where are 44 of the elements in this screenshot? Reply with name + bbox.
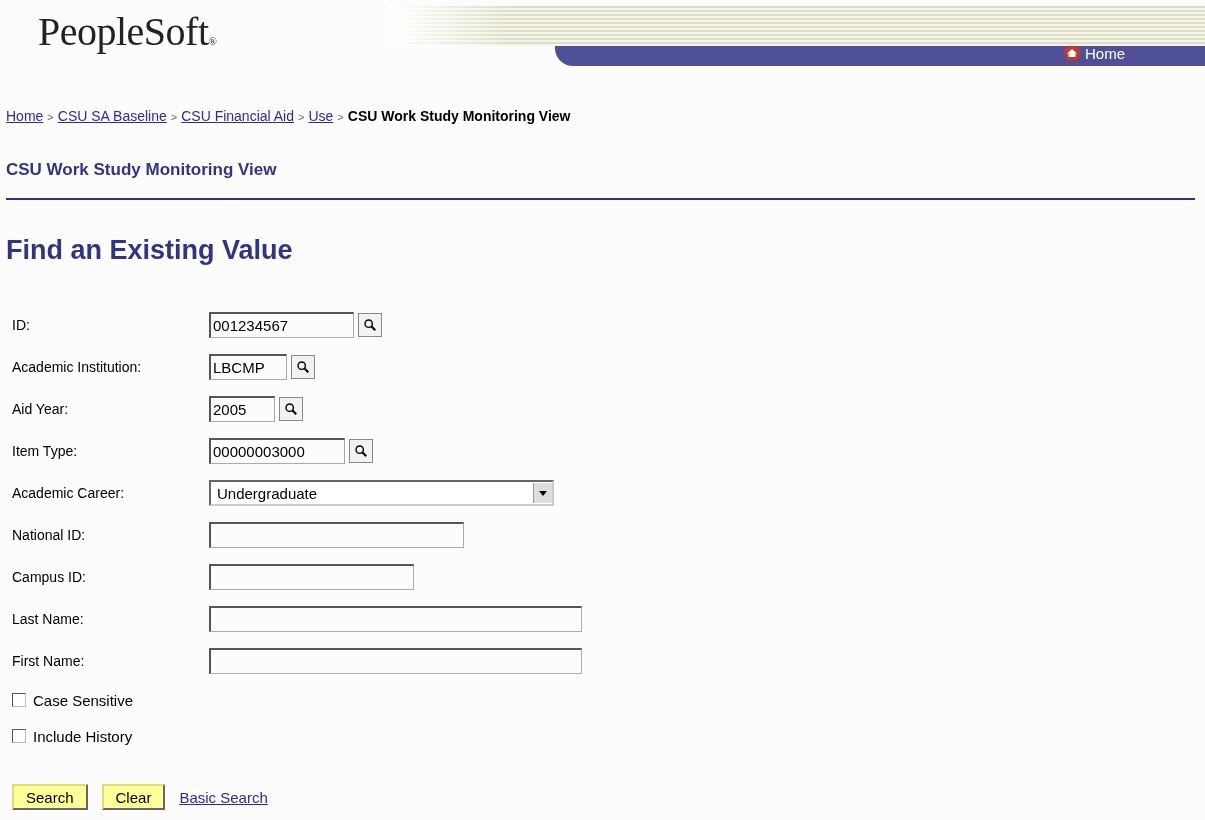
- field-label: National ID:: [12, 527, 87, 543]
- field-label: Item Type:: [12, 443, 79, 459]
- input-field[interactable]: [209, 606, 582, 632]
- breadcrumb-separator: >: [170, 111, 178, 123]
- breadcrumb-separator: >: [47, 111, 54, 123]
- field-label: Campus ID:: [12, 569, 87, 585]
- field-label: ID:: [12, 317, 31, 333]
- peoplesoft-logo: PeopleSoft®: [37, 8, 218, 56]
- checkbox-label: Include History: [33, 727, 133, 745]
- input-field[interactable]: 00000003000: [209, 438, 345, 464]
- checkbox[interactable]: [12, 729, 26, 743]
- breadcrumb-link[interactable]: CSU Financial Aid: [181, 108, 294, 124]
- breadcrumb-link[interactable]: CSU SA Baseline: [57, 108, 167, 124]
- input-field[interactable]: [209, 564, 414, 590]
- field-label: Aid Year:: [12, 401, 70, 417]
- action-button[interactable]: Clear: [101, 784, 166, 810]
- house-icon: [1064, 45, 1080, 61]
- caret-icon: [539, 490, 547, 496]
- breadcrumb-separator: >: [298, 111, 305, 123]
- home-link[interactable]: Home: [1064, 44, 1125, 62]
- input-field[interactable]: [209, 522, 464, 548]
- breadcrumb-link[interactable]: Home: [6, 108, 44, 124]
- breadcrumb-separator: >: [337, 111, 344, 123]
- dropdown-field[interactable]: Undergraduate: [209, 480, 554, 506]
- field-label: Academic Institution:: [12, 359, 143, 375]
- breadcrumb-current: CSU Work Study Monitoring View: [347, 108, 571, 124]
- search-icon[interactable]: [349, 439, 373, 463]
- input-field[interactable]: LBCMP: [209, 354, 287, 380]
- action-button[interactable]: Search: [12, 784, 88, 810]
- field-label: First Name:: [12, 653, 86, 669]
- checkbox[interactable]: [12, 693, 26, 707]
- search-icon[interactable]: [291, 355, 315, 379]
- field-label: Academic Career:: [12, 485, 126, 501]
- search-icon[interactable]: [279, 397, 303, 421]
- breadcrumb-link[interactable]: Use: [308, 108, 334, 124]
- input-field[interactable]: [209, 648, 582, 674]
- input-field[interactable]: 001234567: [209, 312, 354, 338]
- checkbox-label: Case Sensitive: [33, 691, 134, 709]
- component-title: CSU Work Study Monitoring View: [5, 159, 278, 180]
- field-label: Last Name:: [12, 611, 85, 627]
- page-title: Find an Existing Value: [6, 235, 294, 266]
- input-field[interactable]: 2005: [209, 396, 275, 422]
- search-icon[interactable]: [358, 313, 382, 337]
- basic-search-link[interactable]: Basic Search: [179, 788, 268, 806]
